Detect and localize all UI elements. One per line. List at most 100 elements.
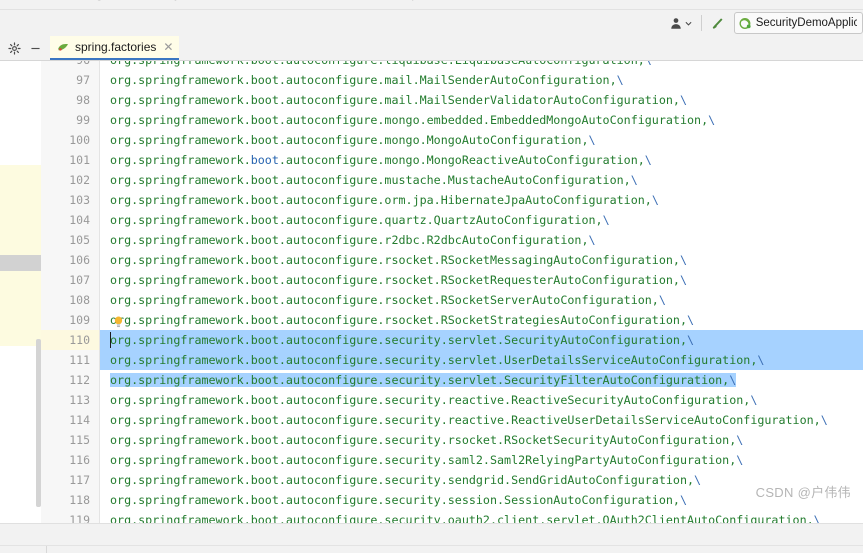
code-line[interactable]: org.springframework.boot.autoconfigure.s… [100, 510, 863, 523]
gutter-line-number: 119 [69, 513, 90, 523]
line-continuation: \ [729, 373, 737, 387]
line-continuation: \ [708, 113, 716, 127]
code-line[interactable]: org.springframework.boot.autoconfigure.s… [100, 370, 863, 390]
user-avatar-button[interactable] [665, 13, 696, 33]
line-continuation: \ [644, 153, 652, 167]
menu-bar-text: ile Edit View Navigate Code Analyze Refa… [8, 0, 418, 1]
gutter-line-number: 103 [69, 193, 90, 207]
code-line[interactable]: org.springframework.boot.autoconfigure.o… [100, 190, 863, 210]
code-line[interactable]: org.springframework.boot.autoconfigure.r… [100, 270, 863, 290]
line-continuation: \ [820, 413, 828, 427]
code-line[interactable]: org.springframework.boot.autoconfigure.m… [100, 110, 863, 130]
ide-window: ile Edit View Navigate Code Analyze Refa… [0, 0, 863, 553]
line-continuation: \ [757, 353, 765, 367]
line-continuation: \ [588, 233, 596, 247]
selected-text: org.springframework.boot.autoconfigure.s… [110, 373, 737, 387]
code-line[interactable]: org.springframework.boot.autoconfigure.l… [100, 61, 863, 70]
stripe-current-band [0, 255, 41, 271]
line-continuation: \ [750, 393, 758, 407]
editor-left-stripe[interactable] [0, 61, 41, 523]
gutter-line-numbers: 96 97 98 99 100 101 102 103 104 105 106 107 108 109 11… [41, 61, 99, 523]
code-line[interactable]: org.springframework.boot.autoconfigure.r… [100, 310, 863, 330]
status-bar [0, 523, 863, 545]
gutter-line-number: 109 [69, 313, 90, 327]
stripe-highlight-upper [0, 165, 41, 255]
line-continuation: \ [679, 273, 688, 287]
code-line[interactable]: org.springframework.boot.autoconfigure.s… [100, 390, 863, 410]
code-line[interactable]: org.springframework.boot.autoconfigure.q… [100, 210, 863, 230]
line-continuation: \ [687, 333, 695, 347]
close-icon[interactable]: ✕ [163, 41, 173, 53]
gutter-line-number: 100 [69, 133, 90, 147]
run-configuration-selector[interactable]: SecurityDemoApplic [734, 12, 863, 34]
code-line[interactable]: org.springframework.boot.autoconfigure.r… [100, 230, 863, 250]
gutter-line-number: 112 [69, 373, 90, 387]
stripe-highlight-lower [0, 271, 41, 346]
intention-bulb-icon[interactable] [113, 314, 124, 328]
line-continuation: \ [651, 193, 659, 207]
tab-bar-controls [0, 36, 50, 60]
gutter-line-number: 106 [69, 253, 90, 267]
code-line[interactable]: org.springframework.boot.autoconfigure.m… [100, 150, 863, 170]
editor-tab-label: spring.factories [75, 40, 157, 54]
gutter-line-number: 115 [69, 433, 90, 447]
gutter-line-number: 108 [69, 293, 90, 307]
line-continuation: \ [616, 73, 624, 87]
code-line[interactable]: org.springframework.boot.autoconfigure.m… [100, 130, 863, 150]
code-line[interactable]: org.springframework.boot.autoconfigure.r… [100, 290, 863, 310]
menu-bar-clipped: ile Edit View Navigate Code Analyze Refa… [0, 0, 863, 10]
code-line[interactable]: org.springframework.boot.autoconfigure.s… [100, 410, 863, 430]
line-continuation: \ [813, 513, 821, 523]
line-continuation: \ [736, 453, 744, 467]
toolbar-right-group: SecurityDemoApplic [665, 10, 863, 36]
gutter-line-number: 105 [69, 233, 90, 247]
editor-code-viewport[interactable]: org.springframework.boot.autoconfigure.l… [100, 61, 863, 523]
gutter-line-number: 114 [69, 413, 90, 427]
gutter-line-number: 97 [76, 73, 90, 87]
line-continuation: \ [679, 93, 688, 107]
line-continuation: \ [630, 173, 638, 187]
user-avatar-icon [671, 18, 681, 29]
gutter-line-number: 111 [69, 353, 90, 367]
minimize-icon[interactable] [29, 41, 43, 55]
search-everywhere-button[interactable] [707, 13, 730, 33]
gutter-line-number: 118 [69, 493, 90, 507]
code-line[interactable]: org.springframework.boot.autoconfigure.s… [100, 430, 863, 450]
gutter-line-number: 104 [69, 213, 90, 227]
code-line[interactable]: org.springframework.boot.autoconfigure.r… [100, 250, 863, 270]
main-toolbar: SecurityDemoApplic [0, 10, 863, 36]
code-line[interactable]: org.springframework.boot.autoconfigure.s… [100, 450, 863, 470]
gear-icon[interactable] [8, 41, 22, 55]
spring-factories-file-icon [58, 43, 68, 51]
code-line[interactable]: org.springframework.boot.autoconfigure.s… [100, 330, 863, 350]
gutter-line-number: 99 [76, 113, 90, 127]
gutter-line-number: 107 [69, 273, 90, 287]
toolbar-divider [701, 15, 702, 31]
code-line[interactable]: org.springframework.boot.autoconfigure.s… [100, 350, 863, 370]
editor-gutter[interactable]: 96 97 98 99 100 101 102 103 104 105 106 107 108 109 11… [41, 61, 100, 523]
code-line[interactable]: org.springframework.boot.autoconfigure.m… [100, 90, 863, 110]
code-line[interactable]: org.springframework.boot.autoconfigure.m… [100, 170, 863, 190]
line-continuation: \ [679, 253, 688, 267]
text-caret [110, 332, 111, 348]
gutter-line-number: 98 [76, 93, 90, 107]
code-line[interactable]: org.springframework.boot.autoconfigure.s… [100, 490, 863, 510]
line-continuation: \ [694, 473, 702, 487]
editor-area: 96 97 98 99 100 101 102 103 104 105 106 107 108 109 11… [0, 61, 863, 523]
code-line[interactable]: org.springframework.boot.autoconfigure.s… [100, 470, 863, 490]
gutter-line-number: 102 [69, 173, 90, 187]
bottom-tool-rail [0, 545, 863, 553]
line-continuation: \ [679, 493, 688, 507]
gutter-line-number: 96 [41, 61, 99, 70]
spring-boot-app-icon [739, 17, 751, 29]
gutter-line-number: 117 [69, 473, 90, 487]
chevron-down-icon [685, 21, 692, 26]
gutter-line-number: 116 [69, 453, 90, 467]
line-continuation: \ [658, 293, 666, 307]
line-continuation: \ [645, 61, 652, 67]
editor-tab-spring-factories[interactable]: spring.factories ✕ [50, 36, 180, 60]
code-line[interactable]: org.springframework.boot.autoconfigure.m… [100, 70, 863, 90]
editor-code-lines: org.springframework.boot.autoconfigure.l… [100, 61, 863, 523]
bottom-tool-window-button[interactable] [0, 546, 47, 553]
editor-tab-bar: spring.factories ✕ [0, 36, 863, 61]
